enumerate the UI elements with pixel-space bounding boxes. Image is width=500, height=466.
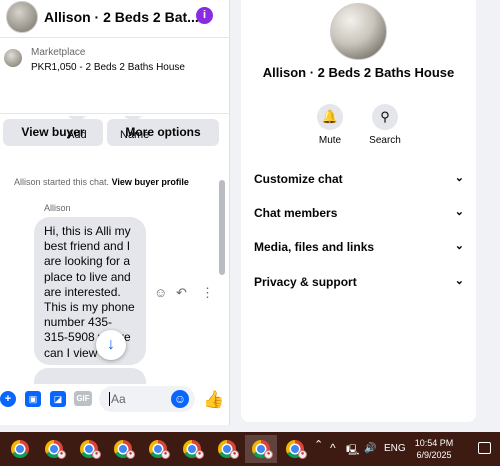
taskbar-chrome-7[interactable]: ● [211,435,243,463]
name-label[interactable]: Name [120,129,149,141]
message-bubble-next[interactable] [34,368,146,384]
clock[interactable]: 10:54 PM 6/9/2025 [410,437,458,461]
chevron-down-icon: ⌄ [454,275,464,287]
section-label: Chat members [254,206,338,220]
view-buyer-profile-link[interactable]: View buyer profile [112,177,189,187]
profile-badge-icon: ● [264,450,273,459]
taskbar-chrome-8[interactable]: ● [245,435,277,463]
taskbar-chrome-3[interactable]: ● [73,435,105,463]
messenger-app: Allison · 2 Beds 2 Bat... i Marketplace … [0,0,500,432]
listing-avatar[interactable] [330,3,387,60]
listing-label: Marketplace [31,47,86,58]
system-text: Allison started this chat. [14,177,110,187]
profile-badge-icon: ● [195,450,204,459]
image-icon[interactable]: ▣ [25,391,41,407]
search-label: Search [369,135,401,146]
chrome-icon [11,440,29,458]
section-label: Customize chat [254,172,343,186]
info-pane: Allison · 2 Beds 2 Baths House 🔔 Mute ⚲ … [241,0,476,422]
search-icon[interactable]: ⚲ [372,104,398,130]
scrollbar[interactable] [219,180,225,275]
chat-avatar[interactable] [6,1,38,33]
chevron-down-icon: ⌄ [454,206,464,218]
gif-icon[interactable]: GIF [74,391,92,406]
scroll-up-icon[interactable]: ⌃ [314,438,323,451]
section-media-files-links[interactable]: Media, files and links ⌄ [254,240,464,260]
more-icon[interactable]: ⋮ [201,285,214,301]
thumbs-up-icon[interactable]: 👍 [203,390,224,410]
mute-action[interactable]: 🔔 Mute [305,104,355,146]
input-placeholder: Aa [109,392,126,406]
clock-date: 6/9/2025 [416,450,452,460]
bell-icon[interactable]: 🔔 [317,104,343,130]
message-bubble[interactable]: Hi, this is Alli my best friend and I ar… [34,217,146,365]
chat-title[interactable]: Allison · 2 Beds 2 Bat... [44,9,199,25]
add-label[interactable]: Add [67,129,87,141]
react-emoji-icon[interactable]: ☺ [154,285,167,300]
taskbar-chrome-6[interactable]: ● [176,435,208,463]
taskbar-chrome-5[interactable]: ● [142,435,174,463]
show-hidden-icon[interactable]: ^ [330,441,336,455]
chevron-down-icon: ⌄ [454,172,464,184]
profile-badge-icon: ● [92,450,101,459]
taskbar: ● ● ● ● ● ● ● ● ⌃ ^ 🖳 🔊 ENG 10:54 PM 6/9… [0,432,500,466]
marketplace-listing: Marketplace PKR1,050 - 2 Beds 2 Baths Ho… [0,38,230,146]
notification-icon[interactable] [478,442,491,454]
reply-icon[interactable]: ↶ [176,285,187,301]
message-list[interactable]: Add Name Allison started this chat. View… [0,116,230,384]
info-title: Allison · 2 Beds 2 Baths House [262,65,455,80]
section-label: Privacy & support [254,275,357,289]
section-privacy-support[interactable]: Privacy & support ⌄ [254,275,464,295]
network-icon[interactable]: 🖳 [346,443,359,460]
sender-name: Allison [44,203,71,213]
listing-text[interactable]: PKR1,050 - 2 Beds 2 Baths House [31,62,185,73]
profile-badge-icon: ● [126,450,135,459]
sticker-icon[interactable]: ◪ [50,391,66,407]
taskbar-chrome-4[interactable]: ● [107,435,139,463]
chevron-down-icon: ⌄ [454,240,464,252]
profile-badge-icon: ● [298,450,307,459]
scroll-down-button[interactable]: ↓ [96,330,126,360]
search-action[interactable]: ⚲ Search [360,104,410,146]
message-input[interactable]: Aa ☺ [99,386,195,412]
section-chat-members[interactable]: Chat members ⌄ [254,206,464,226]
add-icon[interactable] [65,116,89,120]
language-indicator[interactable]: ENG [384,443,406,454]
taskbar-chrome-2[interactable]: ● [38,435,70,463]
emoji-icon[interactable]: ☺ [171,390,189,408]
profile-badge-icon: ● [161,450,170,459]
system-message: Allison started this chat. View buyer pr… [14,177,189,187]
listing-thumbnail[interactable] [4,49,22,67]
chat-pane: Allison · 2 Beds 2 Bat... i Marketplace … [0,0,230,425]
mute-label: Mute [318,135,342,146]
section-customize-chat[interactable]: Customize chat ⌄ [254,172,464,192]
info-icon[interactable]: i [196,7,213,24]
taskbar-chrome-9[interactable]: ● [279,435,311,463]
profile-badge-icon: ● [57,450,66,459]
section-label: Media, files and links [254,240,375,254]
profile-badge-icon: ● [230,450,239,459]
plus-icon[interactable]: + [0,391,16,407]
clock-time: 10:54 PM [414,438,454,448]
composer: + ▣ ◪ GIF Aa ☺ 👍 [0,384,230,414]
taskbar-chrome-1[interactable] [4,435,36,463]
name-icon[interactable] [121,116,145,120]
chat-header: Allison · 2 Beds 2 Bat... i [0,0,230,38]
volume-icon[interactable]: 🔊 [364,443,376,454]
